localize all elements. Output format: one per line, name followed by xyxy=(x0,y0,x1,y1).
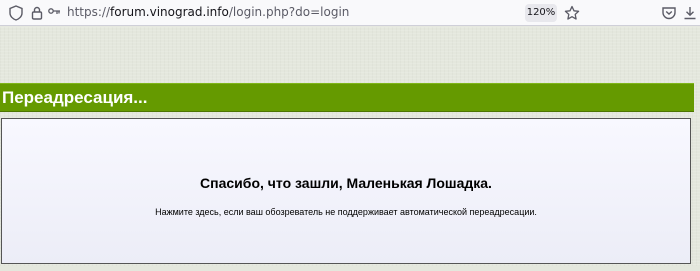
tracking-protection-icon[interactable] xyxy=(7,4,25,22)
redirect-header-bar: Переадресация... xyxy=(0,83,694,112)
permissions-icon[interactable] xyxy=(45,4,63,22)
url-path: /login.php?do=login xyxy=(228,5,350,19)
redirect-title: Переадресация... xyxy=(2,88,148,107)
bookmark-star-icon[interactable] xyxy=(563,4,581,22)
zoom-level-button[interactable]: 120% xyxy=(525,4,557,22)
url-host: forum.vinograd.info xyxy=(110,5,229,19)
url-prefix: https:// xyxy=(67,5,111,19)
manual-redirect-link[interactable]: Нажмите здесь, если ваш обозреватель не … xyxy=(2,207,690,217)
thanks-message: Спасибо, что зашли, Маленькая Лошадка. xyxy=(200,175,492,191)
browser-toolbar: https://forum.vinograd.info/login.php?do… xyxy=(0,0,700,26)
pocket-icon[interactable] xyxy=(660,4,678,22)
redirect-panel: Спасибо, что зашли, Маленькая Лошадка. Н… xyxy=(1,118,691,264)
lock-icon[interactable] xyxy=(28,4,46,22)
page-bottom-strip xyxy=(0,266,700,271)
download-icon[interactable] xyxy=(681,4,699,22)
address-bar[interactable]: https://forum.vinograd.info/login.php?do… xyxy=(67,5,349,19)
